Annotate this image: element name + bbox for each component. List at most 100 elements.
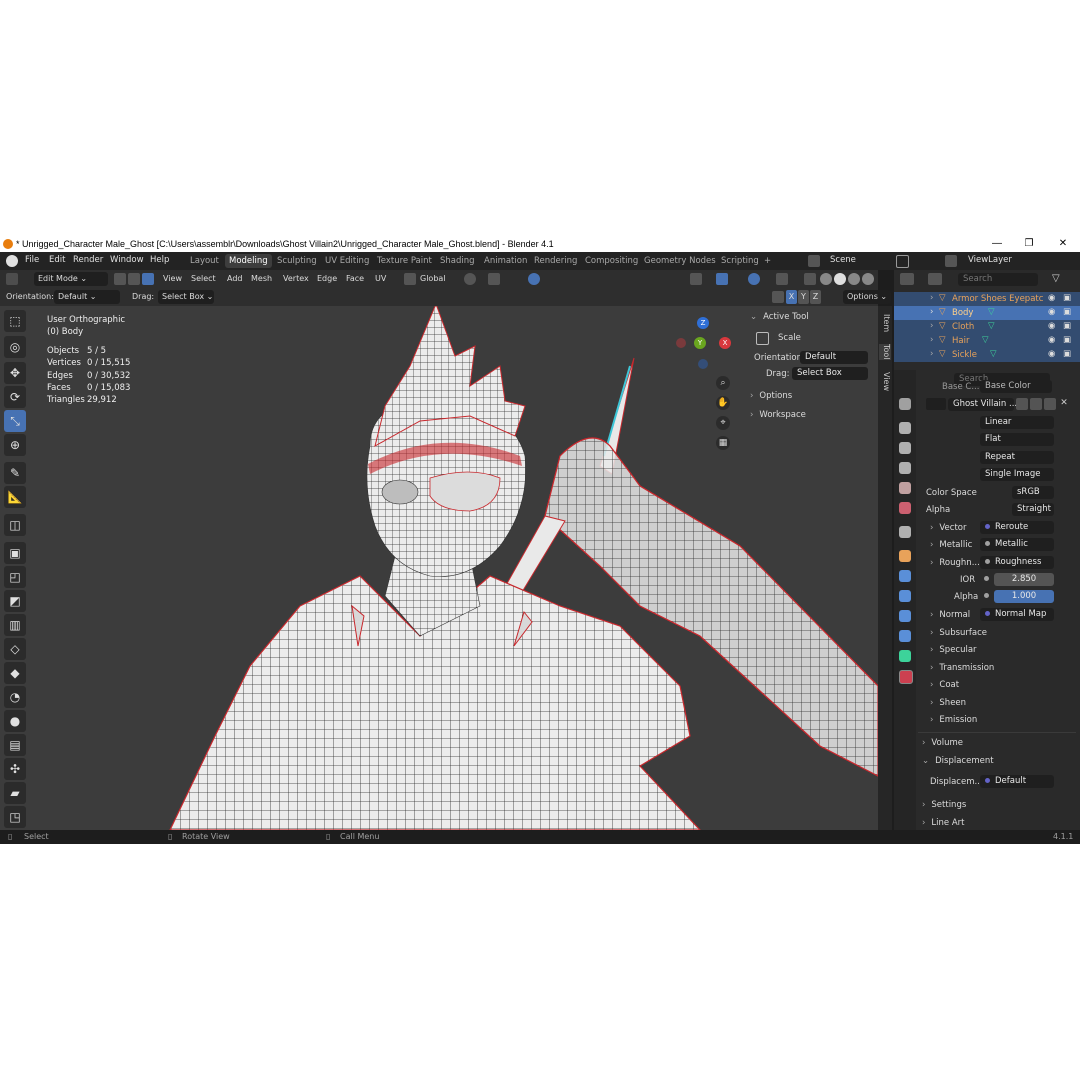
image-name-field[interactable]: Ghost Villain ...: [948, 398, 1017, 411]
specular-panel[interactable]: › Specular: [930, 645, 977, 655]
ior-input[interactable]: 2.850: [994, 573, 1054, 586]
camera-icon[interactable]: ▣: [1063, 335, 1071, 345]
volume-panel[interactable]: › Volume: [922, 738, 963, 748]
object-tab-icon[interactable]: [899, 550, 911, 562]
scene-name[interactable]: Scene: [830, 255, 856, 265]
measure-tool[interactable]: 📐: [4, 486, 26, 508]
wireframe-shading-icon[interactable]: [820, 273, 832, 285]
world-tab-icon[interactable]: [899, 502, 911, 514]
solid-shading-icon[interactable]: [834, 273, 846, 285]
roughness-link-field[interactable]: Roughness: [980, 556, 1054, 569]
maximize-button[interactable]: ❐: [1022, 238, 1036, 250]
tab-animation[interactable]: Animation: [480, 254, 531, 268]
alpha-socket-icon[interactable]: [984, 593, 989, 598]
transform-orientation-icon[interactable]: [404, 273, 416, 285]
subsurface-panel[interactable]: › Subsurface: [930, 628, 987, 638]
eye-icon[interactable]: ◉: [1048, 321, 1055, 331]
shrink-fatten-tool[interactable]: ✣: [4, 758, 26, 780]
xray-icon[interactable]: [804, 273, 816, 285]
active-tool-header[interactable]: ⌄ Active Tool: [750, 312, 809, 322]
new-image-icon[interactable]: [1030, 398, 1042, 410]
tab-compositing[interactable]: Compositing: [581, 254, 642, 268]
tab-sculpting[interactable]: Sculpting: [273, 254, 321, 268]
gizmo-neg-z-icon[interactable]: [698, 359, 708, 369]
camera-icon[interactable]: ▣: [1063, 293, 1071, 303]
transform-tool[interactable]: ⊕: [4, 434, 26, 456]
outliner-item-sickle[interactable]: › ▽ Sickle ▽ ◉ ▣: [894, 348, 1080, 362]
coat-panel[interactable]: › Coat: [930, 680, 959, 690]
menu-window[interactable]: Window: [110, 255, 144, 265]
eye-icon[interactable]: ◉: [1048, 335, 1055, 345]
gizmo-neg-x-icon[interactable]: [676, 338, 686, 348]
menu-file[interactable]: File: [25, 255, 39, 265]
eye-icon[interactable]: ◉: [1048, 349, 1055, 359]
scene-tab-icon[interactable]: [899, 482, 911, 494]
tab-tool[interactable]: Tool: [879, 344, 891, 360]
gizmo-toggle-icon[interactable]: [716, 273, 728, 285]
bevel-tool[interactable]: ◩: [4, 590, 26, 612]
tab-scripting[interactable]: Scripting: [717, 254, 763, 268]
overlay-toggle-icon[interactable]: [748, 273, 760, 285]
expand-chevron-icon[interactable]: ›: [930, 307, 933, 317]
edge-select-icon[interactable]: [128, 273, 140, 285]
mirror-z-toggle[interactable]: Z: [810, 290, 821, 304]
visibility-icon[interactable]: [690, 273, 702, 285]
constraints-tab-icon[interactable]: [899, 630, 911, 642]
tab-uv-editing[interactable]: UV Editing: [321, 254, 373, 268]
projection-dropdown[interactable]: Flat: [980, 433, 1054, 446]
mirror-y-toggle[interactable]: Y: [798, 290, 809, 304]
sheen-panel[interactable]: › Sheen: [930, 698, 966, 708]
spin-tool[interactable]: ◔: [4, 686, 26, 708]
gizmo-x-axis[interactable]: X: [719, 337, 731, 349]
annotate-tool[interactable]: ✎: [4, 462, 26, 484]
eye-icon[interactable]: ◉: [1048, 307, 1055, 317]
source-dropdown[interactable]: Single Image: [980, 468, 1054, 481]
camera-icon[interactable]: ▣: [1063, 321, 1071, 331]
vector-label[interactable]: › Vector: [930, 523, 967, 533]
npanel-drag-dropdown[interactable]: Select Box: [792, 367, 868, 380]
outliner-search-input[interactable]: Search: [958, 273, 1038, 286]
displacement-panel[interactable]: ⌄ Displacement: [922, 756, 994, 766]
scale-tool[interactable]: ⤡: [4, 410, 26, 432]
color-space-dropdown[interactable]: sRGB: [1012, 486, 1054, 499]
modifier-tab-icon[interactable]: [899, 570, 911, 582]
interpolation-dropdown[interactable]: Linear: [980, 416, 1054, 429]
header-menu-view[interactable]: View: [163, 272, 182, 286]
expand-chevron-icon[interactable]: ›: [930, 349, 933, 359]
header-menu-uv[interactable]: UV: [375, 272, 386, 286]
pin-icon[interactable]: [896, 255, 909, 268]
menu-help[interactable]: Help: [150, 255, 169, 265]
header-menu-edge[interactable]: Edge: [317, 272, 337, 286]
knife-tool[interactable]: ◇: [4, 638, 26, 660]
smooth-tool[interactable]: ●: [4, 710, 26, 732]
shear-tool[interactable]: ▰: [4, 782, 26, 804]
physics-tab-icon[interactable]: [899, 610, 911, 622]
settings-panel[interactable]: › Settings: [922, 800, 966, 810]
gizmo-y-axis[interactable]: Y: [694, 337, 706, 349]
tab-shading[interactable]: Shading: [436, 254, 479, 268]
pan-hand-icon[interactable]: ✋: [716, 396, 730, 410]
normal-label[interactable]: › Normal: [930, 610, 970, 620]
line-art-panel[interactable]: › Line Art: [922, 818, 964, 828]
material-tab-icon[interactable]: [899, 670, 913, 684]
select-box-tool[interactable]: ⬚: [4, 310, 26, 332]
extrude-tool[interactable]: ▣: [4, 542, 26, 564]
tool-tab-icon[interactable]: [899, 398, 911, 410]
pivot-icon[interactable]: [464, 273, 476, 285]
inset-tool[interactable]: ◰: [4, 566, 26, 588]
poly-build-tool[interactable]: ◆: [4, 662, 26, 684]
move-tool[interactable]: ✥: [4, 362, 26, 384]
open-image-icon[interactable]: [1044, 398, 1056, 410]
emission-panel[interactable]: › Emission: [930, 715, 977, 725]
material-shading-icon[interactable]: [848, 273, 860, 285]
tab-item[interactable]: Item: [879, 314, 891, 332]
snap-icon[interactable]: [488, 273, 500, 285]
tab-texture-paint[interactable]: Texture Paint: [373, 254, 436, 268]
image-browse-icon[interactable]: [926, 398, 946, 410]
view-layer-tab-icon[interactable]: [899, 462, 911, 474]
expand-chevron-icon[interactable]: ›: [930, 335, 933, 345]
view-layer-name[interactable]: ViewLayer: [968, 255, 1012, 265]
alpha-mode-dropdown[interactable]: Straight: [1012, 503, 1054, 516]
metallic-link-field[interactable]: Metallic: [980, 538, 1054, 551]
eye-icon[interactable]: ◉: [1048, 293, 1055, 303]
